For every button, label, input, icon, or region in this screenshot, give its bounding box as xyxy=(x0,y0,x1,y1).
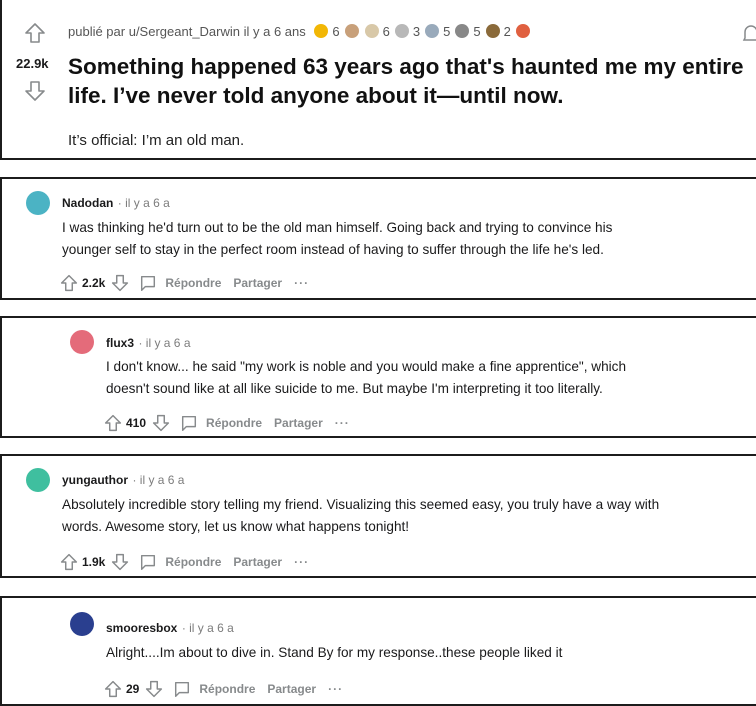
reply-icon[interactable] xyxy=(173,680,191,698)
downvote-icon[interactable] xyxy=(145,680,163,698)
comment-score: 29 xyxy=(126,682,140,696)
comment-card: smooresbox · il y a 6 a Alright....Im ab… xyxy=(0,596,756,706)
comment-score: 1.9k xyxy=(82,555,106,569)
avatar[interactable] xyxy=(70,330,94,354)
comment-username[interactable]: Nadodan xyxy=(62,196,113,210)
award-icon[interactable] xyxy=(455,24,470,38)
award-icon[interactable] xyxy=(344,24,359,38)
comment-body: I don't know... he said "my work is nobl… xyxy=(106,359,627,396)
comment-username[interactable]: yungauthor xyxy=(62,473,128,487)
avatar[interactable] xyxy=(70,612,94,636)
comment-time: · il y a 6 a xyxy=(138,336,191,350)
comment-card: Nadodan · il y a 6 a I was thinking he'd… xyxy=(0,177,756,300)
comment-body: I was thinking he'd turn out to be the o… xyxy=(62,220,613,257)
reply-button[interactable]: Répondre xyxy=(199,682,255,696)
more-options-button[interactable]: ··· xyxy=(294,555,309,569)
comment-actions: 29 Répondre Partager ··· xyxy=(104,680,343,698)
award-count: 5 xyxy=(443,24,451,39)
comment-username[interactable]: smooresbox xyxy=(106,621,177,635)
award-icon[interactable] xyxy=(485,24,500,38)
award-count: 6 xyxy=(382,24,390,39)
share-button[interactable]: Partager xyxy=(267,682,316,696)
comment-body: Alright....Im about to dive in. Stand By… xyxy=(106,645,563,660)
comment-body: Absolutely incredible story telling my f… xyxy=(62,497,660,534)
post-score: 22.9k xyxy=(16,56,49,71)
avatar[interactable] xyxy=(26,468,50,492)
share-button[interactable]: Partager xyxy=(233,276,282,290)
reply-button[interactable]: Répondre xyxy=(165,555,221,569)
comment-card: yungauthor · il y a 6 a Absolutely incre… xyxy=(0,454,756,578)
upvote-icon[interactable] xyxy=(60,553,78,571)
more-options-button[interactable]: ··· xyxy=(335,416,350,430)
upvote-icon[interactable] xyxy=(104,414,122,432)
reply-button[interactable]: Répondre xyxy=(206,416,262,430)
post-card: 22.9k publié par u/Sergeant_Darwin il y … xyxy=(0,0,756,160)
avatar[interactable] xyxy=(26,191,50,215)
comment-username[interactable]: flux3 xyxy=(106,336,134,350)
award-count: 5 xyxy=(473,24,481,39)
comment-actions: 2.2k Répondre Partager ··· xyxy=(60,274,309,292)
upvote-icon[interactable] xyxy=(24,22,46,44)
downvote-icon[interactable] xyxy=(111,274,129,292)
more-options-button[interactable]: ··· xyxy=(328,682,343,696)
award-count: 6 xyxy=(332,24,340,39)
share-button[interactable]: Partager xyxy=(274,416,323,430)
upvote-icon[interactable] xyxy=(60,274,78,292)
award-count: 3 xyxy=(412,24,421,39)
post-meta: publié par u/Sergeant_Darwin il y a 6 an… xyxy=(68,24,531,39)
comment-score: 410 xyxy=(126,416,147,430)
post-title[interactable]: Something happened 63 years ago that's h… xyxy=(68,52,756,110)
comment-time: · il y a 6 a xyxy=(132,473,185,487)
awards-list: 6 6 3 5 5 2 xyxy=(309,24,530,39)
downvote-icon[interactable] xyxy=(152,414,170,432)
more-options-button[interactable]: ··· xyxy=(294,276,309,290)
post-body: It’s official: I’m an old man. xyxy=(68,132,245,149)
comment-actions: 410 Répondre Partager ··· xyxy=(104,414,350,432)
reply-icon[interactable] xyxy=(139,274,157,292)
reply-icon[interactable] xyxy=(180,414,198,432)
award-icon[interactable] xyxy=(314,24,329,38)
award-count: 2 xyxy=(503,24,511,39)
notification-bell-icon[interactable] xyxy=(742,24,756,44)
downvote-icon[interactable] xyxy=(111,553,129,571)
reply-button[interactable]: Répondre xyxy=(165,276,221,290)
award-icon[interactable] xyxy=(515,24,530,38)
comment-score: 2.2k xyxy=(82,276,106,290)
comment-card: flux3 · il y a 6 a I don't know... he sa… xyxy=(0,316,756,438)
award-icon[interactable] xyxy=(364,24,379,38)
share-button[interactable]: Partager xyxy=(233,555,282,569)
comment-time: · il y a 6 a xyxy=(181,621,234,635)
award-icon[interactable] xyxy=(425,24,440,38)
downvote-icon[interactable] xyxy=(24,80,46,102)
post-author-line[interactable]: publié par u/Sergeant_Darwin il y a 6 an… xyxy=(68,24,306,39)
upvote-icon[interactable] xyxy=(104,680,122,698)
award-icon[interactable] xyxy=(394,24,409,38)
reply-icon[interactable] xyxy=(139,553,157,571)
comment-time: · il y a 6 a xyxy=(117,196,170,210)
comment-actions: 1.9k Répondre Partager ··· xyxy=(60,553,309,571)
